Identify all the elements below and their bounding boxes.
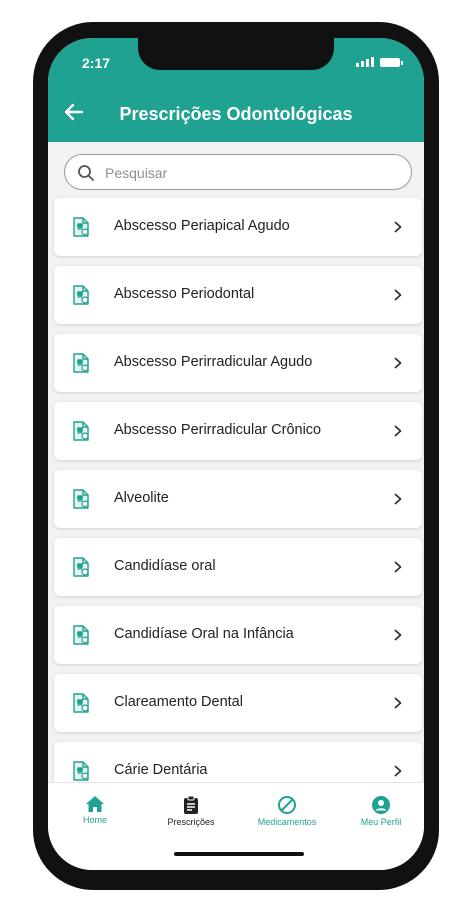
prescription-document-icon xyxy=(73,761,89,781)
app-header: 2:17 Prescrições Odontológicas xyxy=(48,38,424,142)
chevron-right-icon xyxy=(394,425,402,437)
arrow-left-icon[interactable] xyxy=(64,102,84,122)
list-item-label: Candidíase Oral na Infância xyxy=(114,626,294,642)
phone-notch xyxy=(138,38,334,70)
nav-home-label: Home xyxy=(82,815,107,825)
list-item[interactable]: Alveolite xyxy=(54,470,422,528)
list-item[interactable]: Clareamento Dental xyxy=(54,674,422,732)
signal-icon xyxy=(356,57,374,67)
prescription-document-icon xyxy=(73,421,89,441)
chevron-right-icon xyxy=(394,697,402,709)
list-item[interactable]: Abscesso Perirradicular Agudo xyxy=(54,334,422,392)
prescription-document-icon xyxy=(73,625,89,645)
status-time: 2:17 xyxy=(82,55,111,71)
chevron-right-icon xyxy=(394,493,402,505)
app-screen: 2:17 Prescrições Odontológicas Pesquisar… xyxy=(48,38,424,870)
list-item-label: Abscesso Perirradicular Crônico xyxy=(114,422,322,438)
prohibited-icon xyxy=(278,796,296,814)
nav-meu-perfil-label: Meu Perfil xyxy=(360,817,402,827)
nav-medicamentos[interactable]: Medicamentos xyxy=(242,795,332,827)
prescription-document-icon xyxy=(73,353,89,373)
prescription-document-icon xyxy=(73,693,89,713)
battery-icon xyxy=(380,57,403,67)
chevron-right-icon xyxy=(394,765,402,777)
prescription-document-icon xyxy=(73,217,89,237)
chevron-right-icon xyxy=(394,561,402,573)
list-item[interactable]: Abscesso Periodontal xyxy=(54,266,422,324)
list-item[interactable]: Candidíase oral xyxy=(54,538,422,596)
status-icons xyxy=(356,57,403,67)
list-item-label: Candidíase oral xyxy=(114,558,216,574)
list-item-label: Abscesso Perirradicular Agudo xyxy=(114,354,313,370)
list-item-label: Abscesso Periodontal xyxy=(114,286,255,302)
home-indicator xyxy=(174,852,304,856)
search-icon xyxy=(78,165,94,181)
search-input[interactable] xyxy=(103,155,397,191)
list-item[interactable]: Candidíase Oral na Infância xyxy=(54,606,422,664)
list-item-label: Abscesso Periapical Agudo xyxy=(114,218,290,234)
chevron-right-icon xyxy=(394,357,402,369)
bottom-navigation: Home Prescrições Medicamentos Meu Perfil xyxy=(48,782,424,870)
list-item[interactable]: Abscesso Perirradicular Crônico xyxy=(54,402,422,460)
list-item-label: Alveolite xyxy=(114,490,169,506)
page-title: Prescrições Odontológicas xyxy=(119,104,353,124)
chevron-right-icon xyxy=(394,289,402,301)
nav-home[interactable]: Home xyxy=(50,795,140,825)
user-icon xyxy=(372,796,390,814)
nav-prescricoes-label: Prescrições xyxy=(167,817,215,827)
clipboard-icon xyxy=(184,795,198,814)
prescription-document-icon xyxy=(73,285,89,305)
prescription-document-icon xyxy=(73,557,89,577)
chevron-right-icon xyxy=(394,221,402,233)
list-item[interactable]: Abscesso Periapical Agudo xyxy=(54,198,422,256)
list-item-label: Clareamento Dental xyxy=(114,694,243,710)
nav-prescricoes[interactable]: Prescrições xyxy=(146,795,236,827)
home-icon xyxy=(86,796,104,812)
prescription-list: Abscesso Periapical Agudo Abscesso Perio… xyxy=(54,198,422,810)
nav-medicamentos-label: Medicamentos xyxy=(257,817,317,827)
list-item-label: Cárie Dentária xyxy=(114,762,208,778)
chevron-right-icon xyxy=(394,629,402,641)
search-bar[interactable] xyxy=(64,154,412,191)
prescription-document-icon xyxy=(73,489,89,509)
nav-meu-perfil[interactable]: Meu Perfil xyxy=(336,795,424,827)
